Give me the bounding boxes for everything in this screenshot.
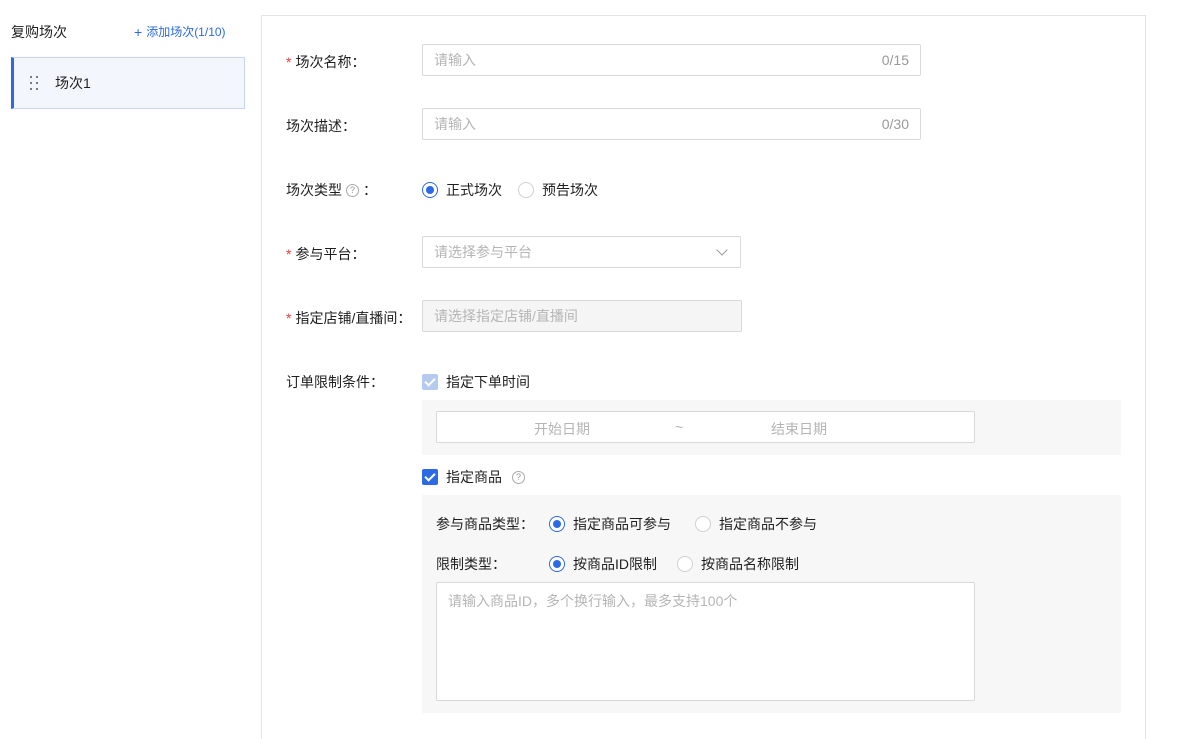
limit-type-label: 限制类型：: [436, 556, 506, 572]
platform-label: * 参与平台：: [286, 246, 366, 262]
date-separator: ~: [675, 419, 684, 435]
radio-checked-icon: [549, 516, 565, 532]
radio-preview-session[interactable]: 预告场次: [518, 180, 598, 200]
date-range-picker[interactable]: 开始日期 ~ 结束日期: [436, 411, 975, 443]
start-date-placeholder: 开始日期: [534, 421, 590, 437]
order-limit-label: 订单限制条件：: [286, 374, 384, 390]
required-mark: *: [286, 246, 292, 262]
session-sidebar: 复购场次 + 添加场次(1/10) 场次1: [0, 0, 250, 739]
chevron-down-icon: [716, 243, 728, 256]
session-type-label: 场次类型 ? ：: [286, 182, 377, 198]
checkbox-checked-icon: [422, 374, 438, 390]
session-description-count: 0/30: [881, 116, 909, 132]
radio-checked-icon: [422, 182, 438, 198]
participation-radio-group: 指定商品可参与 指定商品不参与: [549, 514, 833, 534]
session-type-radio-group: 正式场次 预告场次: [422, 180, 614, 200]
limit-type-radio-group: 按商品ID限制 按商品名称限制: [549, 554, 815, 574]
add-session-button[interactable]: + 添加场次(1/10): [134, 23, 226, 40]
radio-unchecked-icon: [518, 182, 534, 198]
help-circle-icon[interactable]: ?: [346, 183, 359, 197]
session-item[interactable]: 场次1: [11, 57, 245, 109]
session-item-label: 场次1: [55, 75, 91, 91]
store-placeholder: 请选择指定店铺/直播间: [434, 308, 578, 324]
store-input: 请选择指定店铺/直播间: [422, 300, 742, 332]
session-name-placeholder: 请输入: [434, 52, 476, 68]
radio-product-included[interactable]: 指定商品可参与: [549, 514, 671, 534]
required-mark: *: [286, 54, 292, 70]
radio-formal-session[interactable]: 正式场次: [422, 180, 502, 200]
product-id-placeholder: 请输入商品ID，多个换行输入，最多支持100个: [448, 593, 738, 609]
radio-product-excluded[interactable]: 指定商品不参与: [695, 514, 817, 534]
radio-checked-icon: [549, 556, 565, 572]
plus-icon: +: [134, 23, 143, 40]
add-session-label: 添加场次(1/10): [146, 25, 226, 39]
session-description-placeholder: 请输入: [434, 116, 476, 132]
session-description-label: 场次描述：: [286, 118, 356, 134]
store-label: * 指定店铺/直播间：: [286, 310, 412, 326]
radio-limit-by-id[interactable]: 按商品ID限制: [549, 554, 657, 574]
session-name-count: 0/15: [881, 52, 909, 68]
session-name-input[interactable]: 请输入 0/15: [422, 44, 921, 76]
radio-unchecked-icon: [677, 556, 693, 572]
platform-placeholder: 请选择参与平台: [434, 244, 532, 260]
participation-type-label: 参与商品类型：: [436, 516, 534, 532]
radio-limit-by-name[interactable]: 按商品名称限制: [677, 554, 799, 574]
drag-handle-icon[interactable]: [30, 75, 40, 91]
required-mark: *: [286, 310, 292, 326]
radio-unchecked-icon: [695, 516, 711, 532]
checkbox-checked-icon: [422, 469, 438, 485]
session-description-input[interactable]: 请输入 0/30: [422, 108, 921, 140]
sidebar-title: 复购场次: [11, 24, 67, 40]
end-date-placeholder: 结束日期: [771, 421, 827, 437]
help-circle-icon[interactable]: ?: [512, 470, 525, 484]
product-checkbox[interactable]: 指定商品 ?: [422, 467, 525, 487]
platform-select[interactable]: 请选择参与平台: [422, 236, 741, 268]
order-time-checkbox[interactable]: 指定下单时间: [422, 372, 530, 392]
session-name-label: * 场次名称：: [286, 54, 366, 70]
product-id-textarea[interactable]: 请输入商品ID，多个换行输入，最多支持100个: [436, 582, 975, 701]
